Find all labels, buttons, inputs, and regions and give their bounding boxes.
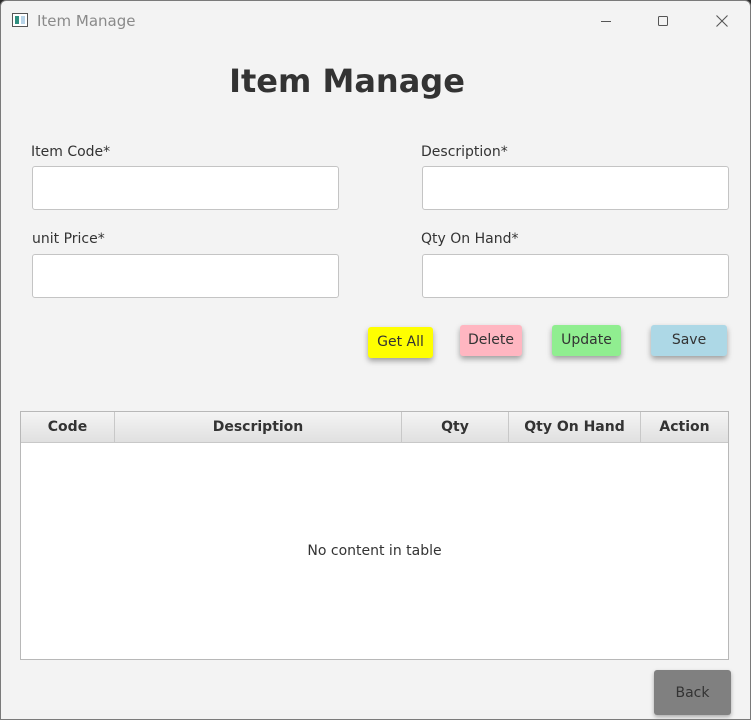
minimize-button[interactable]	[583, 1, 629, 41]
window-title: Item Manage	[37, 12, 136, 30]
item-code-label: Item Code*	[31, 144, 111, 160]
app-icon	[12, 13, 28, 27]
qty-on-hand-input[interactable]	[422, 254, 729, 298]
item-manage-window: Item Manage Item Manage Item Code* Descr…	[0, 0, 751, 720]
table-header: Code Description Qty Qty On Hand Action	[21, 412, 728, 443]
column-header-code[interactable]: Code	[21, 412, 115, 442]
description-label: Description*	[421, 144, 508, 160]
item-code-input[interactable]	[32, 166, 339, 210]
minimize-icon	[601, 21, 611, 22]
unit-price-label: unit Price*	[32, 231, 105, 247]
page-title: Item Manage	[229, 62, 465, 100]
description-input[interactable]	[422, 166, 729, 210]
column-header-action[interactable]: Action	[641, 412, 728, 442]
unit-price-input[interactable]	[32, 254, 339, 298]
empty-table-placeholder: No content in table	[307, 543, 442, 559]
maximize-icon	[658, 16, 668, 26]
back-button[interactable]: Back	[654, 670, 731, 715]
column-header-qty[interactable]: Qty	[402, 412, 509, 442]
close-icon	[716, 15, 728, 27]
close-button[interactable]	[699, 1, 745, 41]
update-button[interactable]: Update	[552, 325, 621, 356]
title-bar[interactable]: Item Manage	[1, 1, 750, 41]
column-header-description[interactable]: Description	[115, 412, 402, 442]
maximize-button[interactable]	[640, 1, 686, 41]
delete-button[interactable]: Delete	[460, 325, 522, 356]
qty-on-hand-label: Qty On Hand*	[421, 231, 519, 247]
save-button[interactable]: Save	[651, 325, 727, 356]
get-all-button[interactable]: Get All	[368, 327, 433, 358]
items-table[interactable]: Code Description Qty Qty On Hand Action …	[20, 411, 729, 660]
column-header-qty-on-hand[interactable]: Qty On Hand	[509, 412, 641, 442]
